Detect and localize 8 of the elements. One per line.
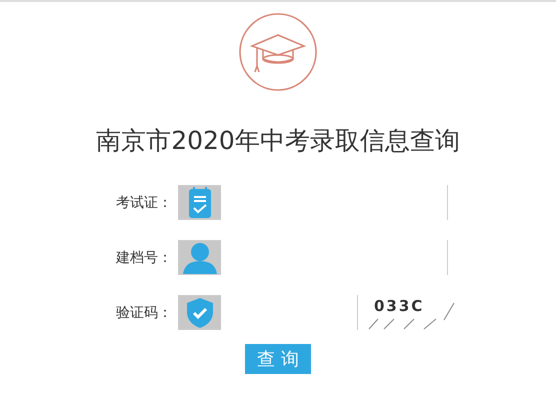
captcha-image: 033C xyxy=(364,295,459,330)
shield-check-icon xyxy=(185,296,215,328)
field-label: 验证码： xyxy=(115,304,173,322)
field-label: 考试证： xyxy=(115,194,173,212)
query-button[interactable]: 查 询 xyxy=(245,344,311,374)
field-label: 建档号： xyxy=(114,248,173,266)
graduation-cap-icon xyxy=(238,12,318,92)
page-title: 南京市2020年中考录取信息查询 xyxy=(96,125,460,157)
